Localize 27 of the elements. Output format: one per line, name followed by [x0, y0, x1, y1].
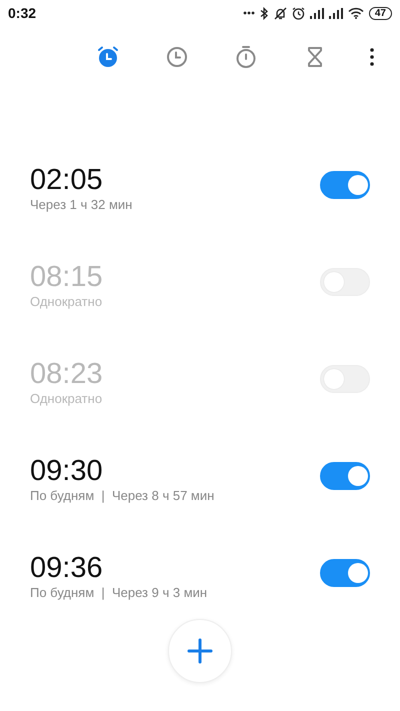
alarm-time: 02:05 — [30, 164, 103, 196]
clock-tab[interactable] — [165, 45, 189, 69]
alarm-clock-icon — [292, 6, 305, 20]
alarm-description: По будням | Через 8 ч 57 мин — [30, 488, 214, 502]
alarm-description: Однократно — [30, 390, 102, 406]
wifi-icon — [348, 7, 364, 19]
more-notifications-icon — [242, 11, 255, 15]
alarm-toggle[interactable] — [320, 462, 370, 490]
alarm-time: 09:36 — [30, 552, 103, 584]
bluetooth-icon — [260, 6, 269, 20]
alarm-description: По будням | Через 9 ч 3 мин — [30, 584, 208, 600]
alarm-toggle[interactable] — [320, 170, 370, 198]
alarm-description: Через 1 ч 32 мин — [30, 196, 132, 212]
alarm-tab[interactable] — [96, 45, 120, 69]
stopwatch-tab[interactable] — [234, 45, 258, 69]
alarm-time: 09:30 — [30, 454, 103, 486]
alarm-toggle[interactable] — [320, 558, 370, 586]
plus-icon — [187, 638, 213, 664]
status-time: 0:32 — [8, 5, 36, 21]
muted-bell-icon — [274, 6, 287, 20]
battery-level: 47 — [368, 6, 392, 20]
alarm-time: 08:23 — [30, 358, 103, 390]
signal-icon — [310, 8, 324, 18]
menu-button[interactable] — [370, 48, 374, 66]
signal-icon — [328, 8, 343, 18]
alarm-time: 08:15 — [30, 260, 103, 292]
alarm-description: Однократно — [30, 294, 102, 308]
